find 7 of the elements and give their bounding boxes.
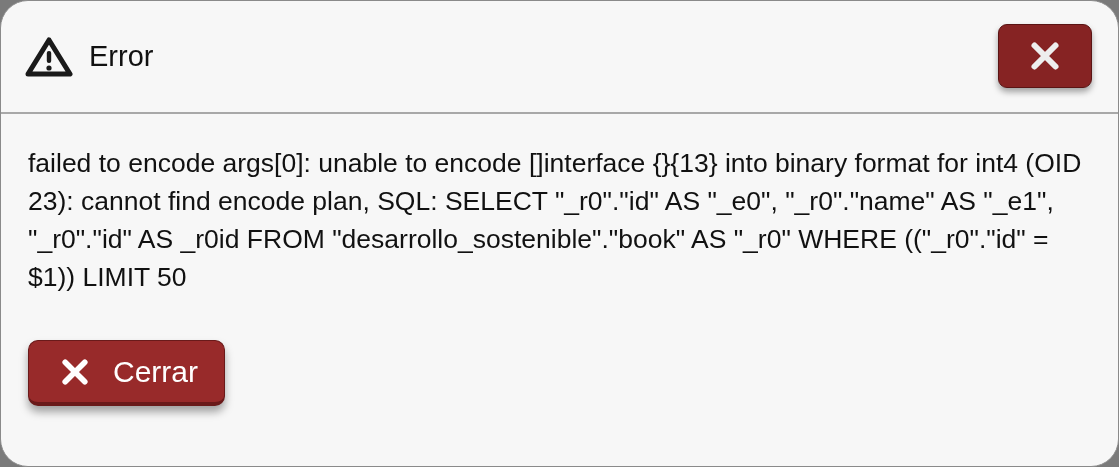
dialog-title: Error [89,40,155,73]
close-icon [61,357,89,386]
close-icon [1030,40,1060,71]
cerrar-button[interactable]: Cerrar [28,340,225,406]
error-message: failed to encode args[0]: unable to encode []interface {}{13} into binary format for int4 (OID 23): cannot find encode plan, SQL: SELECT "_r0"."id" AS "_e0", "_r0"."name" AS "_e1", "_r0"."id" AS _r0id FROM "desarrollo_sostenible"."book" AS "_r0" WHERE (("_r0"."id" = $1)) LIMIT 50 [28,147,1083,294]
close-button[interactable] [998,23,1092,88]
warning-icon [25,36,73,77]
